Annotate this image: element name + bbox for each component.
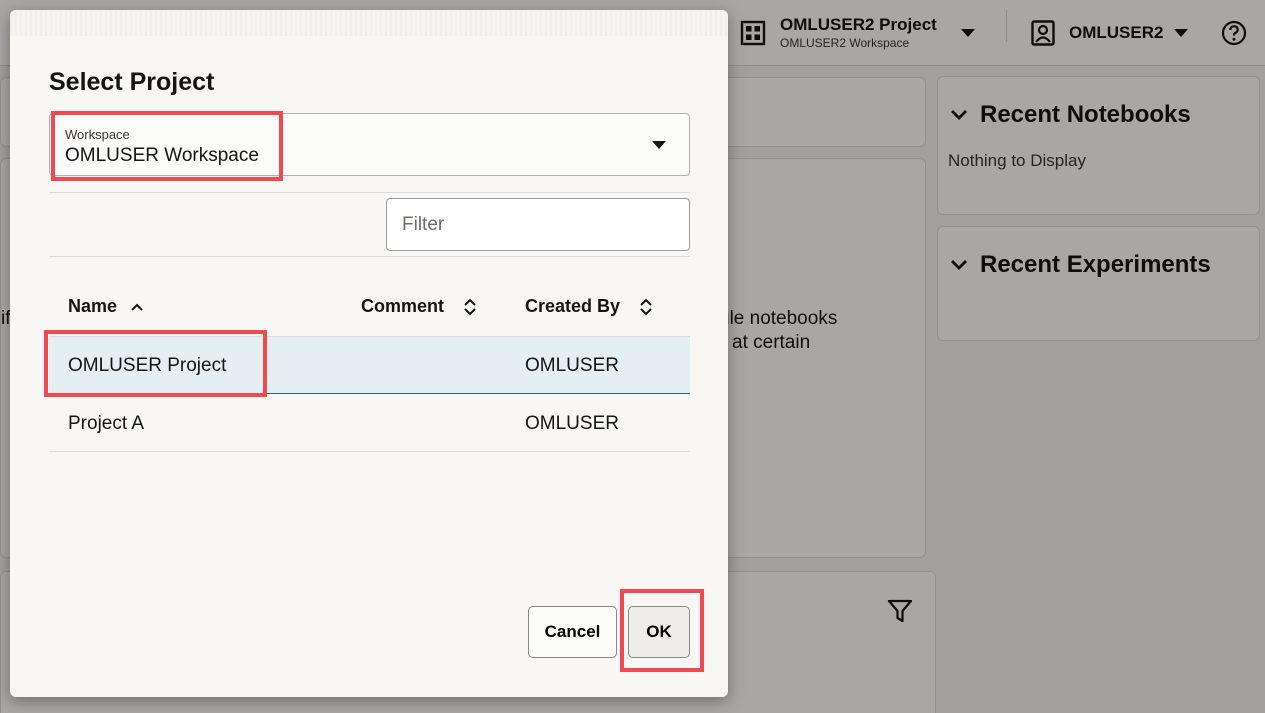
dialog-header-texture <box>10 10 728 36</box>
chevron-down-icon <box>652 141 666 149</box>
workspace-select-label: Workspace <box>65 127 130 142</box>
created-by-cell: OMLUSER <box>525 413 619 434</box>
ok-button[interactable]: OK <box>628 606 690 658</box>
table-row[interactable]: OMLUSER Project OMLUSER <box>49 337 690 394</box>
cancel-button[interactable]: Cancel <box>528 606 617 658</box>
table-row[interactable]: Project A OMLUSER <box>49 395 690 452</box>
workspace-select-value: OMLUSER Workspace <box>65 145 259 166</box>
created-by-cell: OMLUSER <box>525 355 619 376</box>
select-project-dialog: Select Project Workspace OMLUSER Workspa… <box>10 10 728 697</box>
sort-icon <box>640 298 652 315</box>
divider <box>49 192 690 193</box>
column-header-name[interactable]: Name <box>68 296 143 317</box>
project-name-cell: OMLUSER Project <box>68 355 227 376</box>
sort-icon <box>464 298 476 315</box>
divider <box>49 256 690 257</box>
sort-ascending-icon <box>131 303 143 311</box>
project-name-cell: Project A <box>68 413 145 434</box>
dialog-title: Select Project <box>49 68 215 96</box>
column-header-label: Name <box>68 296 118 316</box>
column-header-comment[interactable]: Comment <box>361 296 476 317</box>
filter-input[interactable]: Filter <box>386 198 690 251</box>
column-header-label: Comment <box>361 296 445 316</box>
column-header-label: Created By <box>525 296 621 316</box>
column-header-created-by[interactable]: Created By <box>525 296 652 317</box>
workspace-select[interactable]: Workspace OMLUSER Workspace <box>49 113 690 176</box>
